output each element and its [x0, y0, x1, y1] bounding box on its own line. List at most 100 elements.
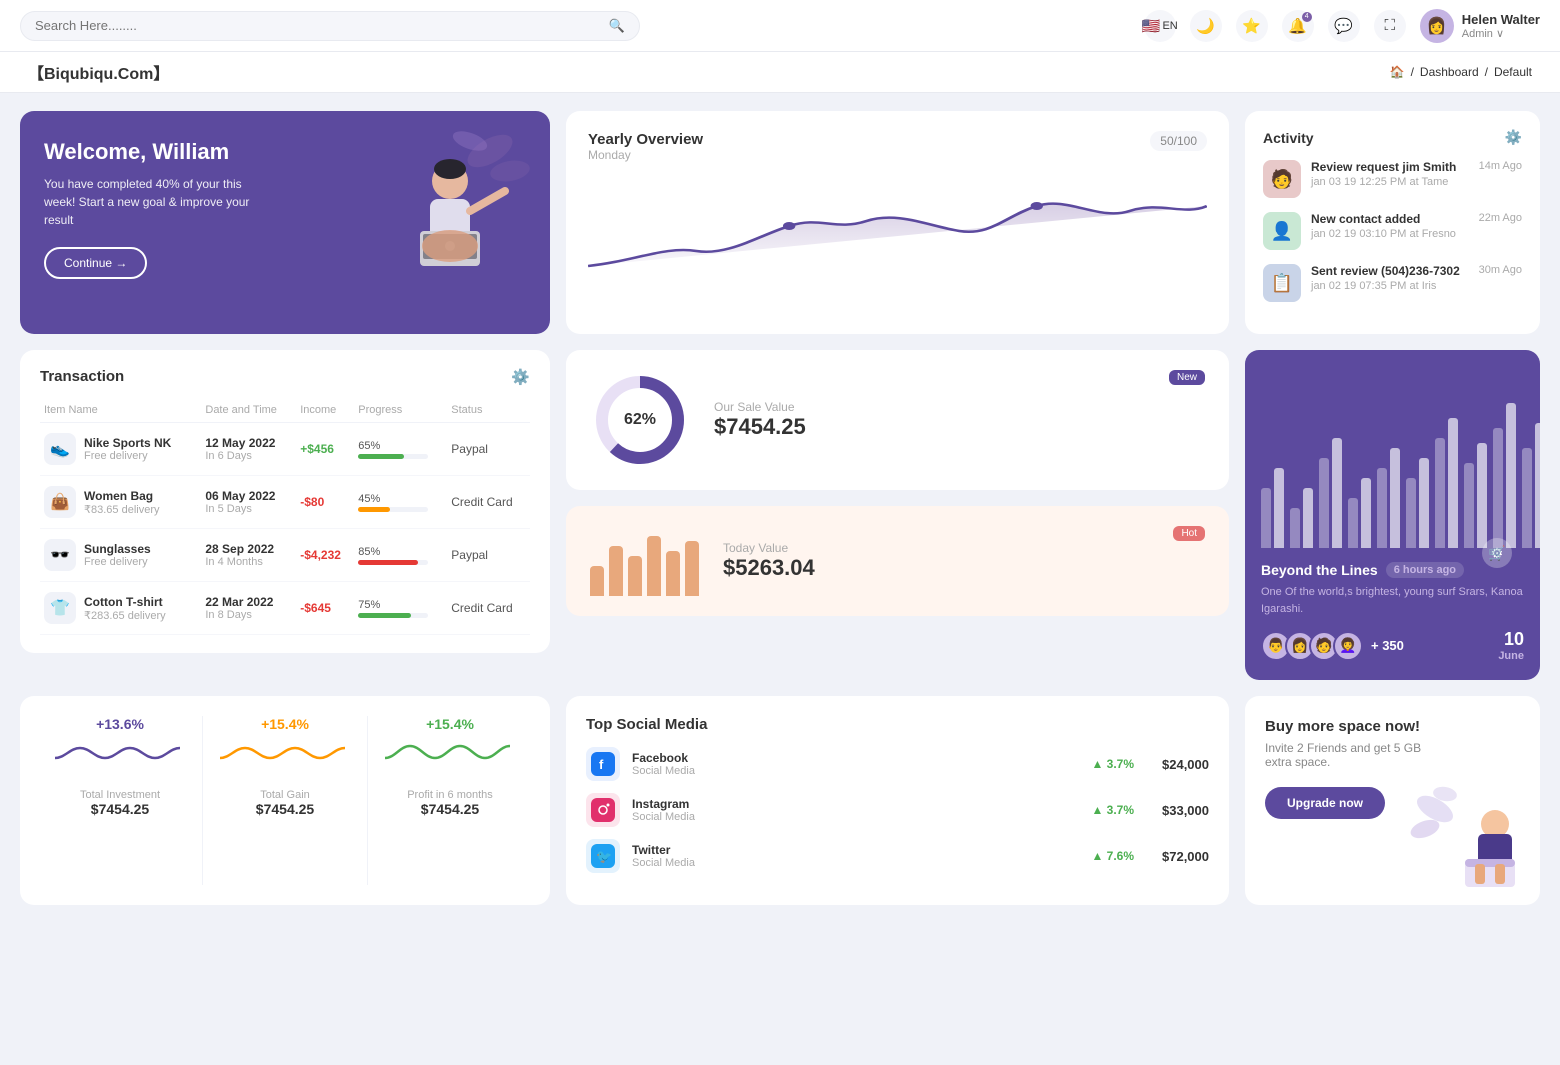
- sale-value-card: 62% Our Sale Value $7454.25 New: [566, 350, 1229, 490]
- buy-subtitle: Invite 2 Friends and get 5 GB extra spac…: [1265, 741, 1435, 769]
- breadcrumb: 🏠 / Dashboard / Default: [1390, 65, 1532, 79]
- sale-info: Our Sale Value $7454.25: [714, 400, 806, 440]
- progress-label: 75%: [358, 599, 443, 611]
- activity-title-text: Activity: [1263, 130, 1314, 146]
- item-income: -$645: [296, 582, 354, 635]
- chart-bar: [1377, 468, 1387, 548]
- activity-item-time: 30m Ago: [1479, 264, 1522, 276]
- item-income: -$80: [296, 476, 354, 529]
- col-item: Item Name: [40, 398, 201, 423]
- social-icon: [586, 793, 620, 827]
- activity-item-subtitle: jan 02 19 03:10 PM at Fresno: [1311, 228, 1469, 240]
- fullscreen-icon[interactable]: ⛶: [1374, 10, 1406, 42]
- breadcrumb-default: Default: [1494, 65, 1532, 79]
- activity-item-title: Sent review (504)236-7302: [1311, 264, 1469, 278]
- social-sub: Social Media: [632, 811, 695, 823]
- item-cell: 🕶️ Sunglasses Free delivery: [44, 539, 197, 571]
- today-value: $5263.04: [723, 555, 815, 581]
- item-sub: ₹283.65 delivery: [84, 609, 166, 622]
- table-row: 👟 Nike Sports NK Free delivery 12 May 20…: [40, 423, 530, 476]
- item-income: +$456: [296, 423, 354, 476]
- search-icon: 🔍: [609, 18, 625, 34]
- svg-text:🐦: 🐦: [596, 849, 612, 864]
- upgrade-button[interactable]: Upgrade now: [1265, 787, 1385, 819]
- mini-stat-value: $7454.25: [378, 801, 522, 817]
- mini-stat-value: $7454.25: [48, 801, 192, 817]
- mini-stat-pct: +15.4%: [378, 716, 522, 732]
- item-icon: 👜: [44, 486, 76, 518]
- home-icon[interactable]: 🏠: [1390, 65, 1405, 79]
- activity-text: New contact added jan 02 19 03:10 PM at …: [1311, 212, 1469, 240]
- sale-donut-chart: 62%: [590, 370, 690, 470]
- chart-bar: [1332, 438, 1342, 548]
- bar-chart-visual: [1261, 368, 1524, 548]
- item-time: In 8 Days: [205, 609, 292, 621]
- hot-badge: Hot: [1173, 526, 1205, 541]
- progress-fill: [358, 560, 418, 565]
- activity-thumb: 📋: [1263, 264, 1301, 302]
- progress-bar: [358, 560, 428, 565]
- item-time: In 4 Months: [205, 556, 292, 568]
- activity-settings-icon[interactable]: ⚙️: [1505, 129, 1522, 146]
- col-status: Status: [447, 398, 530, 423]
- search-bar[interactable]: 🔍: [20, 11, 640, 41]
- item-time: In 6 Days: [205, 450, 292, 462]
- notifications-icon[interactable]: 🔔 4: [1282, 10, 1314, 42]
- item-icon: 🕶️: [44, 539, 76, 571]
- theme-toggle[interactable]: 🌙: [1190, 10, 1222, 42]
- today-bar: [685, 541, 699, 596]
- mini-stats-card: +13.6% Total Investment $7454.25 +15.4% …: [20, 696, 550, 905]
- chart-bar: [1348, 498, 1358, 548]
- event-date: 10 June: [1498, 629, 1524, 662]
- plus-count: + 350: [1371, 638, 1404, 653]
- progress-label: 65%: [358, 440, 443, 452]
- transaction-title-text: Transaction: [40, 368, 124, 386]
- bar-group: [1290, 488, 1313, 548]
- social-sub: Social Media: [632, 857, 695, 869]
- notification-badge: 4: [1302, 12, 1312, 22]
- col-progress: Progress: [354, 398, 447, 423]
- chart-icon-3[interactable]: 🛒: [1482, 538, 1512, 568]
- social-amount: $72,000: [1162, 849, 1209, 864]
- bar-group: [1377, 448, 1400, 548]
- progress-bar: [358, 613, 428, 618]
- search-input[interactable]: [35, 18, 601, 33]
- bar-group: [1435, 418, 1458, 548]
- chart-bar: [1390, 448, 1400, 548]
- messages-icon[interactable]: 💬: [1328, 10, 1360, 42]
- mini-stat-label: Profit in 6 months: [378, 789, 522, 801]
- svg-text:f: f: [599, 757, 604, 772]
- avatar-4: 👩‍🦱: [1333, 631, 1363, 661]
- transaction-settings-icon[interactable]: ⚙️: [511, 368, 530, 386]
- mini-stat: +15.4% Profit in 6 months $7454.25: [368, 716, 532, 885]
- transaction-card: Transaction ⚙️ Item Name Date and Time I…: [20, 350, 550, 653]
- buy-illustration: [1410, 769, 1530, 905]
- item-date: 28 Sep 2022: [205, 542, 292, 556]
- yearly-overview-card: Yearly Overview Monday 50/100: [566, 111, 1229, 334]
- social-info: Instagram Social Media: [632, 797, 695, 823]
- table-row: 🕶️ Sunglasses Free delivery 28 Sep 2022 …: [40, 529, 530, 582]
- today-bar: [647, 536, 661, 596]
- item-status: Credit Card: [447, 476, 530, 529]
- brand-logo: 【Biqubiqu.Com】: [28, 60, 169, 84]
- bottom-row: +13.6% Total Investment $7454.25 +15.4% …: [20, 696, 1540, 905]
- bookmarks-icon[interactable]: ⭐: [1236, 10, 1268, 42]
- social-item: 🐦 Twitter Social Media ▲ 7.6% $72,000: [586, 839, 1209, 873]
- nav-icons: 🇺🇸 EN 🌙 ⭐ 🔔 4 💬 ⛶ 👩 Helen Walter Admin ∨: [1144, 9, 1540, 43]
- breadcrumb-dashboard[interactable]: Dashboard: [1420, 65, 1479, 79]
- beyond-title: Beyond the Lines 6 hours ago: [1261, 562, 1524, 578]
- table-row: 👜 Women Bag ₹83.65 delivery 06 May 2022 …: [40, 476, 530, 529]
- main-content: Welcome, William You have completed 40% …: [0, 93, 1560, 923]
- user-profile[interactable]: 👩 Helen Walter Admin ∨: [1420, 9, 1540, 43]
- mini-stat-label: Total Investment: [48, 789, 192, 801]
- avatar: 👩: [1420, 9, 1454, 43]
- activity-list: 🧑 Review request jim Smith jan 03 19 12:…: [1263, 160, 1522, 302]
- chart-bar: [1290, 508, 1300, 548]
- social-pct: ▲ 3.7%: [1091, 757, 1134, 771]
- chart-bar: [1261, 488, 1271, 548]
- activity-item-title: New contact added: [1311, 212, 1469, 226]
- language-selector[interactable]: 🇺🇸 EN: [1144, 10, 1176, 42]
- continue-button[interactable]: Continue →: [44, 247, 147, 279]
- item-sub: Free delivery: [84, 450, 171, 462]
- chart-bar: [1303, 488, 1313, 548]
